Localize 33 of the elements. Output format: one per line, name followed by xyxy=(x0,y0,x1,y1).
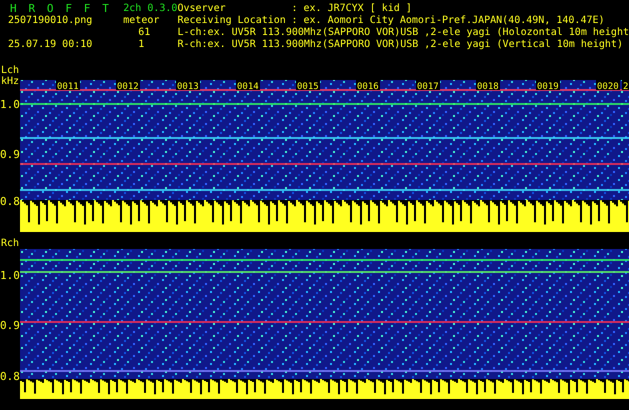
frequency-tick-label: 1.0 xyxy=(0,98,20,111)
frequency-tick-label: 0.9 xyxy=(0,148,20,161)
frequency-tick-label: 0.9 xyxy=(0,319,20,332)
unit-label: kHz xyxy=(1,76,20,87)
app-title: H R O F F T xyxy=(10,3,112,15)
meteor-count: 61 xyxy=(137,27,152,39)
frequency-tick-label: 0.8 xyxy=(0,195,20,208)
time-label: 0016 xyxy=(357,82,379,92)
time-label: 0017 xyxy=(417,82,439,92)
meteor-count: 1 xyxy=(137,39,146,51)
time-label: 0014 xyxy=(237,82,259,92)
channel-label: Lch xyxy=(1,65,20,76)
time-label: 0020 xyxy=(597,82,619,92)
channel-info: R-ch:ex. UV5R 113.900Mhz(SAPPORO VOR)USB ,2-ele yagi (Vertical 10m height) xyxy=(177,39,624,51)
time-label: 0019 xyxy=(537,82,559,92)
time-label: 0012 xyxy=(117,82,139,92)
info-value: : ex. JR7CYX [ kid ] xyxy=(291,3,412,15)
channel-info: L-ch:ex. UV5R 113.900Mhz(SAPPORO VOR)USB ,2-ele yagi (Holozontal 10m height xyxy=(177,27,629,39)
time-label: 0011 xyxy=(57,82,79,92)
file-name: 2507190010.png xyxy=(8,15,94,27)
time-label: 0013 xyxy=(177,82,199,92)
frequency-tick-label: 1.0 xyxy=(0,269,20,282)
info-label: Receiving Location xyxy=(177,15,287,27)
time-label: 0015 xyxy=(297,82,319,92)
meteor-label: meteor xyxy=(123,15,160,27)
time-label: 0018 xyxy=(477,82,499,92)
frequency-tick-label: 0.8 xyxy=(0,370,20,383)
channel-label: Rch xyxy=(1,238,20,249)
timestamp: 25.07.19 00:10 xyxy=(8,39,94,51)
time-label: 2 xyxy=(623,82,628,92)
info-label: Ovserver xyxy=(177,3,227,15)
version-label: 2ch 0.3.0 xyxy=(123,3,178,15)
info-value: : ex. Aomori City Aomori-Pref.JAPAN(40.49N, 140.47E) xyxy=(291,15,605,27)
